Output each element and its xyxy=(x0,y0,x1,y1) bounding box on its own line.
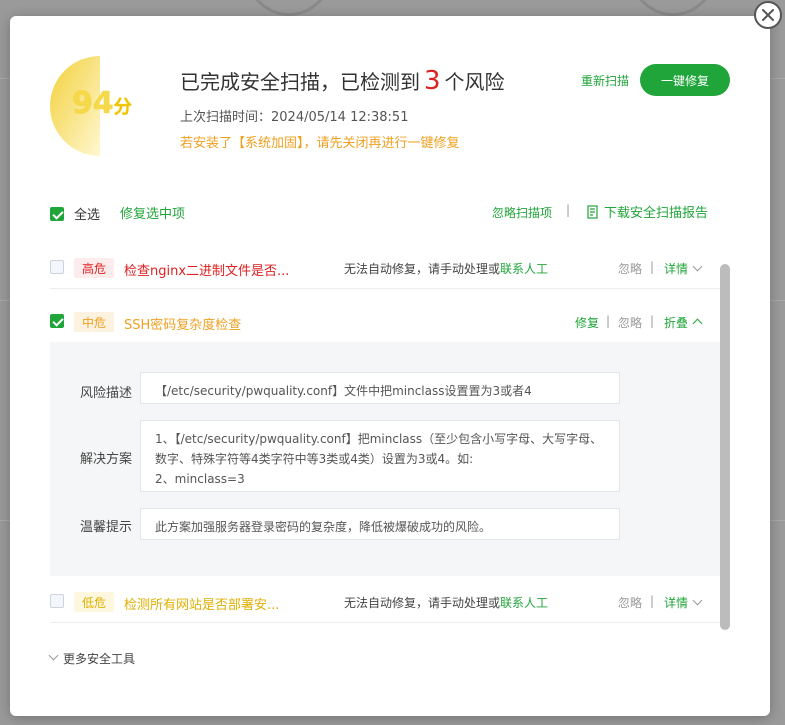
ignore-button[interactable]: 忽略 xyxy=(618,260,642,277)
fix-selected-button[interactable]: 修复选中项 xyxy=(120,203,185,222)
row-checkbox[interactable] xyxy=(50,594,64,608)
separator: | xyxy=(650,260,655,274)
warning-text: 若安装了【系统加固】，请先关闭再进行一键修复 xyxy=(180,136,460,151)
contact-support-link[interactable]: 联系人工 xyxy=(500,596,548,610)
more-tools-toggle[interactable]: 更多安全工具 xyxy=(48,650,135,667)
security-scan-dialog: 94分 已完成安全扫描，已检测到 3 个风险 上次扫描时间：2024/05/14 1… xyxy=(10,16,770,716)
ignore-button[interactable]: 忽略 xyxy=(618,314,642,331)
fix-all-button[interactable]: 一键修复 xyxy=(640,64,730,96)
level-badge: 高危 xyxy=(74,258,114,278)
risk-row-low: 低危 检测所有网站是否部署安... 无法自动修复，请手动处理或联系人工 忽略 |… xyxy=(50,582,720,623)
chevron-down-icon xyxy=(692,595,703,606)
level-badge: 中危 xyxy=(74,312,114,332)
close-icon xyxy=(762,9,774,21)
last-scan-time: 上次扫描时间：2024/05/14 12:38:51 xyxy=(180,110,409,125)
report-icon xyxy=(587,204,598,219)
tip-box: 此方案加强服务器登录密码的复杂度，降低被爆破成功的风险。 xyxy=(140,508,620,540)
details-toggle[interactable]: 详情 xyxy=(664,260,703,277)
close-button[interactable] xyxy=(754,1,782,29)
background-gauge xyxy=(630,0,716,16)
select-all-label: 全选 xyxy=(74,208,101,223)
chevron-up-icon xyxy=(692,318,703,329)
risk-list: 高危 检查nginx二进制文件是否... 无法自动修复，请手动处理或联系人工 忽… xyxy=(50,248,720,628)
separator: | xyxy=(650,314,655,328)
ignore-button[interactable]: 忽略 xyxy=(618,594,642,611)
ignore-items-link[interactable]: 忽略扫描项 xyxy=(492,204,552,221)
risk-row-high: 高危 检查nginx二进制文件是否... 无法自动修复，请手动处理或联系人工 忽… xyxy=(50,248,720,289)
select-all-checkbox[interactable] xyxy=(50,206,64,221)
row-checkbox[interactable] xyxy=(50,260,64,274)
separator: | xyxy=(566,203,571,217)
background-gauge xyxy=(246,0,332,16)
risk-row-medium: 中危 SSH密码复杂度检查 修复 | 忽略 | 折叠 xyxy=(50,302,720,343)
risk-message: 无法自动修复，请手动处理或联系人工 xyxy=(344,262,549,276)
separator: | xyxy=(606,314,611,328)
scan-result-title: 已完成安全扫描，已检测到 3 个风险 xyxy=(180,66,505,96)
chevron-down-icon xyxy=(692,261,703,272)
risk-title: 检测所有网站是否部署安... xyxy=(124,598,280,613)
details-toggle[interactable]: 详情 xyxy=(664,594,703,611)
collapse-toggle[interactable]: 折叠 xyxy=(664,314,703,331)
solution-label: 解决方案 xyxy=(80,452,133,467)
risk-title: SSH密码复杂度检查 xyxy=(124,318,242,333)
score-value: 94分 xyxy=(72,86,132,121)
separator: | xyxy=(650,594,655,608)
risk-title: 检查nginx二进制文件是否... xyxy=(124,264,290,279)
solution-box: 1、【/etc/security/pwquality.conf】把minclas… xyxy=(140,420,620,492)
desc-label: 风险描述 xyxy=(80,386,133,401)
select-all[interactable]: 全选 xyxy=(50,204,100,223)
desc-box: 【/etc/security/pwquality.conf】文件中把mincla… xyxy=(140,372,620,404)
list-scrollbar[interactable] xyxy=(720,264,730,630)
fix-button[interactable]: 修复 xyxy=(575,314,599,331)
score-gauge: 94分 xyxy=(50,56,150,156)
chevron-down-icon xyxy=(48,650,59,661)
contact-support-link[interactable]: 联系人工 xyxy=(500,262,548,276)
risk-detail-panel: 风险描述 【/etc/security/pwquality.conf】文件中把m… xyxy=(50,342,720,576)
download-report-link[interactable]: 下载安全扫描报告 xyxy=(586,202,708,221)
tip-label: 温馨提示 xyxy=(80,520,133,535)
level-badge: 低危 xyxy=(74,592,114,612)
rescan-link[interactable]: 重新扫描 xyxy=(581,72,629,89)
risk-message: 无法自动修复，请手动处理或联系人工 xyxy=(344,596,549,610)
row-checkbox[interactable] xyxy=(50,314,64,328)
risk-count: 3 xyxy=(424,66,441,96)
